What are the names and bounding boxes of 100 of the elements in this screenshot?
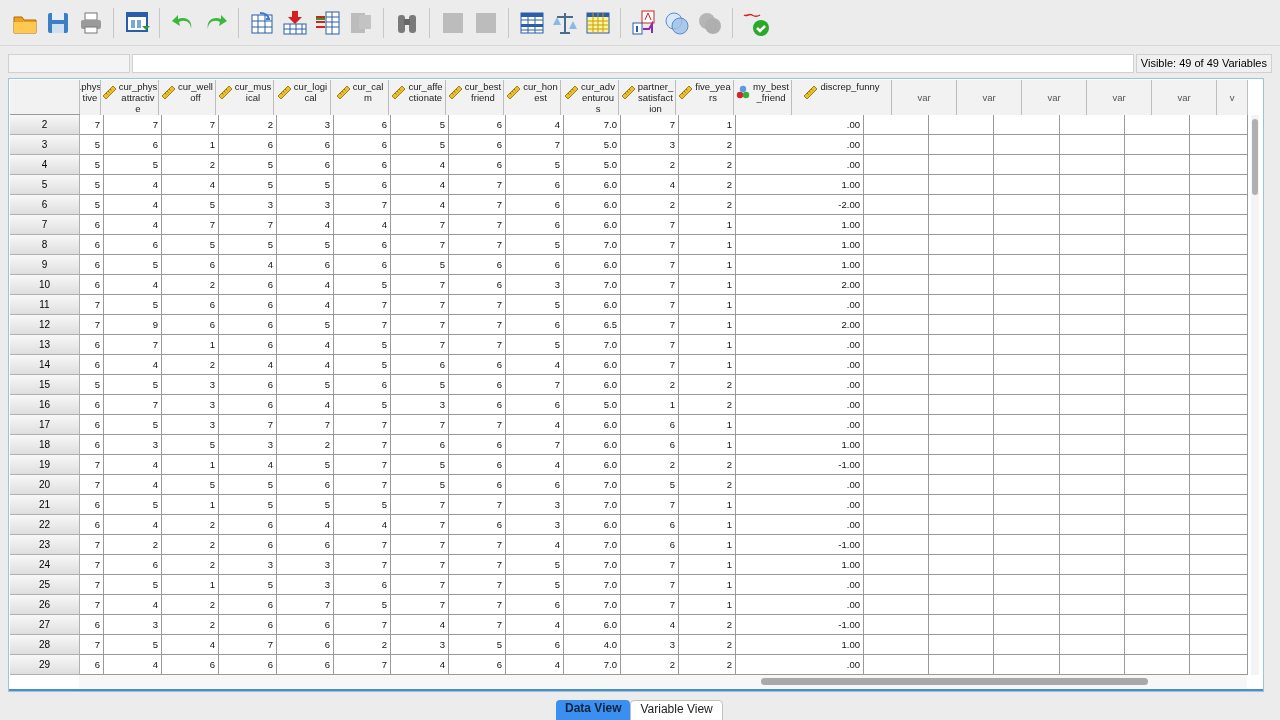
scrollbar-thumb[interactable]: [761, 678, 1148, 685]
column-header[interactable]: var: [1087, 80, 1152, 115]
column-header[interactable]: cur_hon est: [504, 80, 561, 115]
table-cell: 1: [679, 575, 736, 595]
column-header[interactable]: cur_logi cal: [274, 80, 331, 115]
row-number[interactable]: 28: [10, 635, 80, 655]
vertical-scrollbar[interactable]: [1251, 115, 1259, 675]
row-number[interactable]: 16: [10, 395, 80, 415]
scrollbar-thumb[interactable]: [1252, 119, 1258, 195]
table-cell: 3: [391, 395, 449, 415]
row-number[interactable]: 3: [10, 135, 80, 155]
table-cell: [929, 335, 994, 355]
row-number[interactable]: 12: [10, 315, 80, 335]
row-number[interactable]: 29: [10, 655, 80, 675]
table-cell: 7: [334, 195, 391, 215]
row-number[interactable]: 10: [10, 275, 80, 295]
table-cell: [1125, 575, 1190, 595]
row-number[interactable]: 21: [10, 495, 80, 515]
view-tab[interactable]: Variable View: [630, 700, 723, 720]
table-cell: [864, 435, 929, 455]
column-header[interactable]: cur_best friend: [446, 80, 504, 115]
column-header[interactable]: cur_cal m: [331, 80, 389, 115]
table-cell: 6.0: [564, 455, 621, 475]
table-cell: .00: [736, 495, 864, 515]
column-header[interactable]: five_yea rs: [676, 80, 734, 115]
column-header[interactable]: var: [1022, 80, 1087, 115]
column-header[interactable]: var: [892, 80, 957, 115]
column-header[interactable]: var: [1152, 80, 1217, 115]
column-header[interactable]: var: [957, 80, 1022, 115]
row-number[interactable]: 22: [10, 515, 80, 535]
table-cell: 3: [506, 495, 564, 515]
table-cell: [994, 415, 1060, 435]
view-tab[interactable]: Data View: [556, 700, 631, 720]
table-cell: 7: [104, 395, 162, 415]
cell-value-field[interactable]: [132, 54, 1134, 73]
row-number[interactable]: 24: [10, 555, 80, 575]
table-cell: [994, 575, 1060, 595]
column-header[interactable]: discrep_funny: [792, 80, 892, 115]
row-number[interactable]: 18: [10, 435, 80, 455]
horizontal-scrollbar[interactable]: [79, 675, 1247, 689]
table-cell: [929, 635, 994, 655]
column-header[interactable]: cur_affe ctionate: [389, 80, 446, 115]
column-header[interactable]: cur_adv enturou s: [561, 80, 619, 115]
table-cell: 6: [391, 355, 449, 375]
table-cell: 7.0: [564, 495, 621, 515]
column-header[interactable]: my_best _friend: [734, 80, 792, 115]
table-cell: 6: [277, 615, 334, 635]
column-header[interactable]: v: [1217, 80, 1248, 115]
column-header[interactable]: cur_phys attractiv e: [101, 80, 159, 115]
row-number[interactable]: 13: [10, 335, 80, 355]
row-number[interactable]: 14: [10, 355, 80, 375]
row-number[interactable]: 19: [10, 455, 80, 475]
table-cell: 1: [679, 355, 736, 375]
table-cell: 7: [449, 615, 506, 635]
table-cell: 7: [621, 115, 679, 135]
row-number[interactable]: 27: [10, 615, 80, 635]
table-cell: 5: [506, 295, 564, 315]
row-number[interactable]: 23: [10, 535, 80, 555]
table-cell: 4: [277, 515, 334, 535]
table-cell: .00: [736, 335, 864, 355]
table-cell: 6.0: [564, 515, 621, 535]
row-number[interactable]: 6: [10, 195, 80, 215]
row-number[interactable]: 7: [10, 215, 80, 235]
table-cell: 2: [679, 155, 736, 175]
table-cell: [864, 415, 929, 435]
table-cell: [1125, 355, 1190, 375]
row-number[interactable]: 8: [10, 235, 80, 255]
table-cell: 6: [391, 435, 449, 455]
table-cell: 4: [506, 115, 564, 135]
row-number[interactable]: 26: [10, 595, 80, 615]
table-cell: 6: [506, 595, 564, 615]
table-cell: 2.00: [736, 275, 864, 295]
cell-reference-field[interactable]: [8, 54, 130, 73]
row-number[interactable]: 9: [10, 255, 80, 275]
table-cell: [864, 355, 929, 375]
table-cell: [864, 335, 929, 355]
row-number[interactable]: 11: [10, 295, 80, 315]
row-number[interactable]: 4: [10, 155, 80, 175]
row-number[interactable]: 25: [10, 575, 80, 595]
row-number[interactable]: 2: [10, 115, 80, 135]
table-cell: [994, 255, 1060, 275]
table-cell: 7: [621, 215, 679, 235]
table-cell: 7: [449, 415, 506, 435]
column-header[interactable]: partner_ satisfact ion: [619, 80, 676, 115]
table-cell: 1: [679, 555, 736, 575]
table-cell: [864, 135, 929, 155]
table-cell: 4: [162, 635, 219, 655]
table-cell: [1060, 535, 1125, 555]
column-header[interactable]: cur_well off: [159, 80, 216, 115]
row-number[interactable]: 17: [10, 415, 80, 435]
toolbar-button[interactable]: [629, 7, 658, 38]
row-number[interactable]: 20: [10, 475, 80, 495]
column-header[interactable]: cur_mus ical: [216, 80, 274, 115]
row-number[interactable]: 15: [10, 375, 80, 395]
table-cell: 5.0: [564, 135, 621, 155]
row-number[interactable]: 5: [10, 175, 80, 195]
table-cell: .00: [736, 395, 864, 415]
table-cell: 1: [679, 315, 736, 335]
table-cell: [864, 275, 929, 295]
table-cell: 1.00: [736, 435, 864, 455]
